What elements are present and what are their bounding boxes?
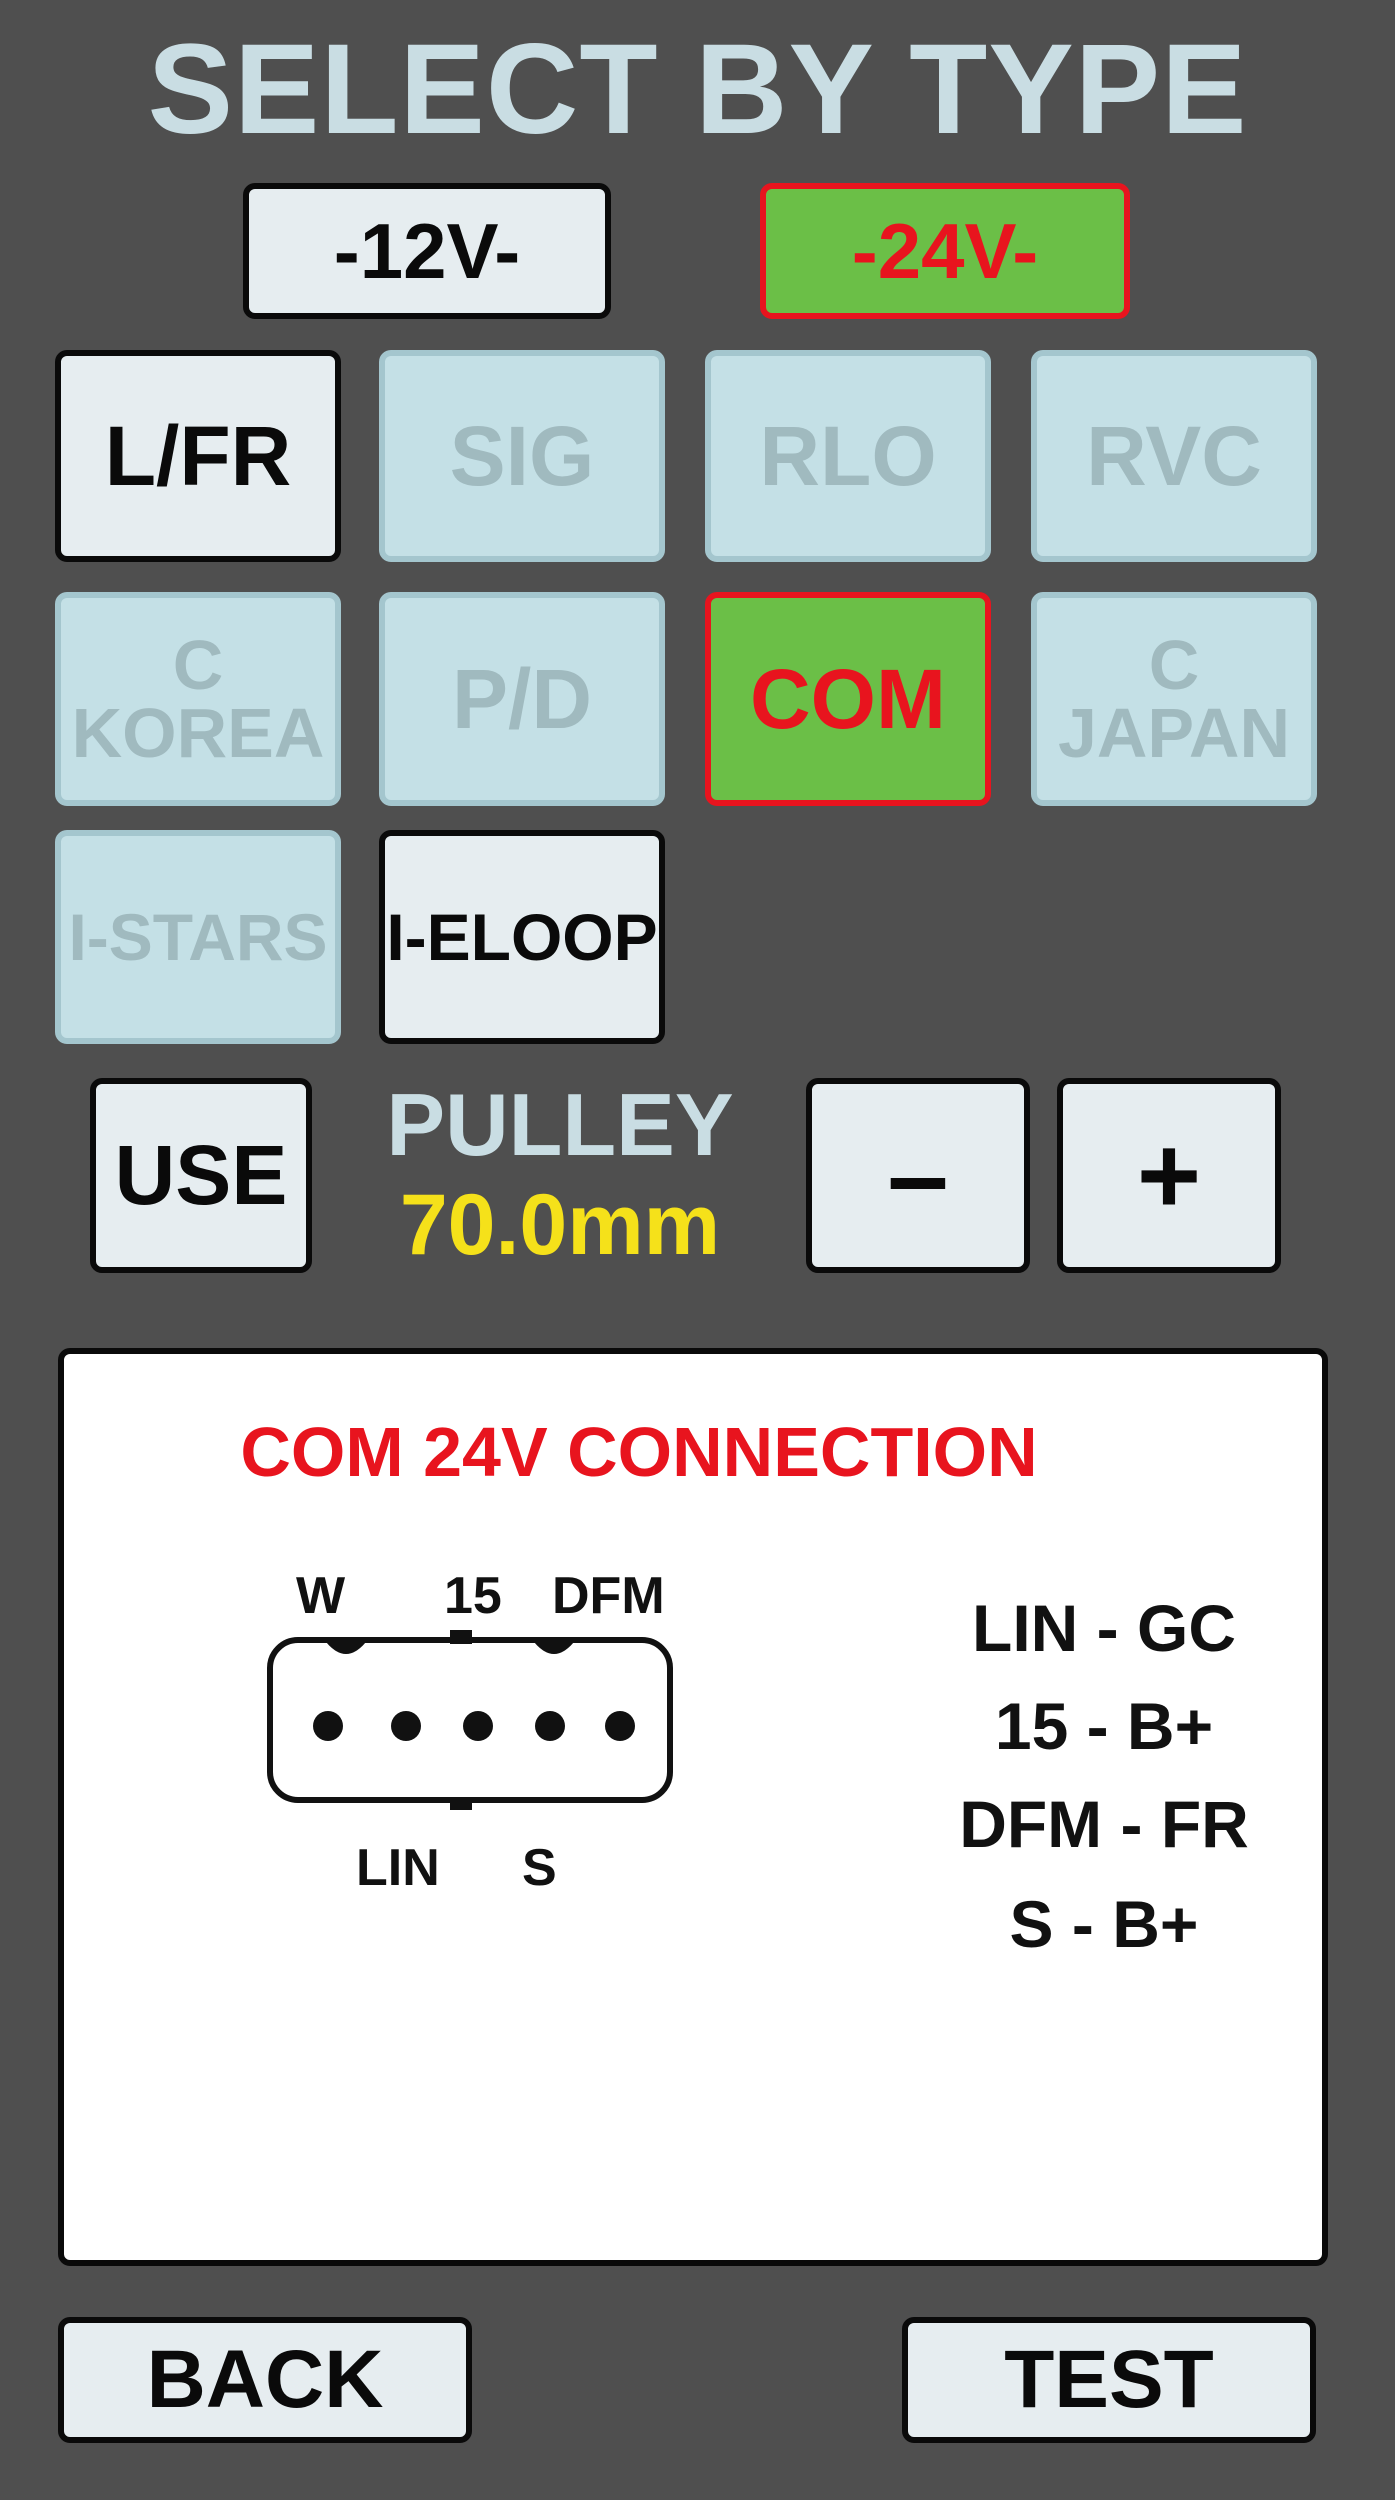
type-c-korea-button: C KOREA — [55, 592, 341, 806]
use-pulley-button[interactable]: USE — [90, 1078, 312, 1273]
page-title: SELECT BY TYPE — [147, 18, 1248, 161]
connector-pin-5 — [605, 1711, 635, 1741]
connector-tab-bottom — [450, 1798, 472, 1810]
pulley-label: PULLEY — [386, 1075, 734, 1174]
type-rvc-button: RVC — [1031, 350, 1317, 562]
test-button[interactable]: TEST — [902, 2317, 1316, 2443]
pin-label-s: S — [522, 1839, 557, 1897]
type-i-stars-button: I-STARS — [55, 830, 341, 1044]
type-com-button[interactable]: COM — [705, 592, 991, 806]
pulley-value: 70.0mm — [399, 1177, 721, 1273]
connector-pin-4 — [535, 1711, 565, 1741]
pin-label-lin: LIN — [356, 1839, 440, 1897]
connector-pin-1 — [313, 1711, 343, 1741]
connection-title: COM 24V CONNECTION — [240, 1413, 1038, 1491]
type-rlo-button: RLO — [705, 350, 991, 562]
type-i-eloop-button[interactable]: I-ELOOP — [379, 830, 665, 1044]
connector-pin-3 — [463, 1711, 493, 1741]
type-sig-button: SIG — [379, 350, 665, 562]
pin-label-15: 15 — [444, 1567, 502, 1625]
voltage-12v-button[interactable]: -12V- — [243, 183, 611, 319]
connection-mapping-line: 15 - B+ — [994, 1689, 1214, 1763]
connection-mapping-line: LIN - GC — [972, 1591, 1236, 1665]
back-button[interactable]: BACK — [58, 2317, 472, 2443]
connector-pin-2 — [391, 1711, 421, 1741]
connection-mapping-line: S - B+ — [1009, 1887, 1199, 1961]
type-c-japan-button: C JAPAN — [1031, 592, 1317, 806]
connection-mapping-line: DFM - FR — [959, 1787, 1249, 1861]
pulley-increase-button[interactable]: + — [1057, 1078, 1281, 1273]
pulley-decrease-button[interactable]: – — [806, 1078, 1030, 1273]
connection-panel: COM 24V CONNECTION W 15 DFM LIN S LIN - … — [58, 1348, 1328, 2266]
connector-tab-15 — [450, 1630, 472, 1644]
type-lfr-button[interactable]: L/FR — [55, 350, 341, 562]
pin-label-dfm: DFM — [552, 1567, 665, 1625]
type-pd-button: P/D — [379, 592, 665, 806]
voltage-24v-button[interactable]: -24V- — [760, 183, 1130, 319]
pin-label-w: W — [296, 1567, 346, 1625]
connector-diagram — [267, 1630, 673, 1810]
